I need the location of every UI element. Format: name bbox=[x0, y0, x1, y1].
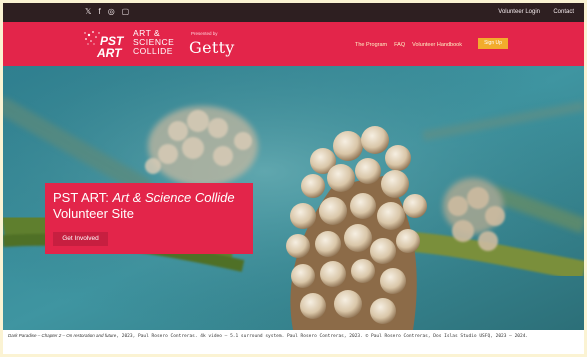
x-icon[interactable]: 𝕏 bbox=[85, 7, 91, 17]
image-caption: Dark Paradise – Chapter 2 – On restorati… bbox=[8, 333, 582, 340]
nav-faq[interactable]: FAQ bbox=[394, 41, 405, 49]
nav-the-program[interactable]: The Program bbox=[355, 41, 387, 49]
presented-by-label: Presented by bbox=[191, 31, 218, 36]
site-header: PST ART ART & SCIENCE COLLIDE Presented … bbox=[3, 22, 584, 66]
svg-text:ART: ART bbox=[96, 46, 123, 59]
get-involved-button[interactable]: Get Involved bbox=[53, 232, 108, 246]
page: 𝕏 f ◎ ▢ Volunteer Login Contact PST ART … bbox=[3, 3, 584, 354]
utility-bar: 𝕏 f ◎ ▢ Volunteer Login Contact bbox=[3, 3, 584, 22]
main-nav: The Program FAQ Volunteer Handbook bbox=[355, 41, 462, 49]
youtube-icon[interactable]: ▢ bbox=[122, 7, 130, 17]
getty-logo[interactable]: Getty bbox=[189, 38, 235, 57]
instagram-icon[interactable]: ◎ bbox=[108, 7, 115, 17]
contact-link[interactable]: Contact bbox=[553, 8, 574, 17]
facebook-icon[interactable]: f bbox=[98, 7, 100, 17]
nav-volunteer-handbook[interactable]: Volunteer Handbook bbox=[412, 41, 462, 49]
logo-wordmark[interactable]: ART & SCIENCE COLLIDE bbox=[133, 29, 174, 56]
sign-up-button[interactable]: Sign Up bbox=[478, 38, 508, 49]
hero-title: PST ART: Art & Science Collide Volunteer… bbox=[53, 190, 235, 221]
hero-banner: PST ART: Art & Science Collide Volunteer… bbox=[3, 66, 584, 330]
caption-title: Dark Paradise – Chapter 2 – On restorati… bbox=[8, 333, 117, 338]
utility-links: Volunteer Login Contact bbox=[498, 8, 574, 17]
social-links: 𝕏 f ◎ ▢ bbox=[85, 7, 129, 17]
volunteer-login-link[interactable]: Volunteer Login bbox=[498, 8, 540, 17]
caption-credit: , 2023, Paul Rosero Contreras. 4k video … bbox=[116, 334, 529, 339]
pst-logo-icon[interactable]: PST ART bbox=[83, 29, 129, 59]
hero-card: PST ART: Art & Science Collide Volunteer… bbox=[45, 183, 253, 254]
